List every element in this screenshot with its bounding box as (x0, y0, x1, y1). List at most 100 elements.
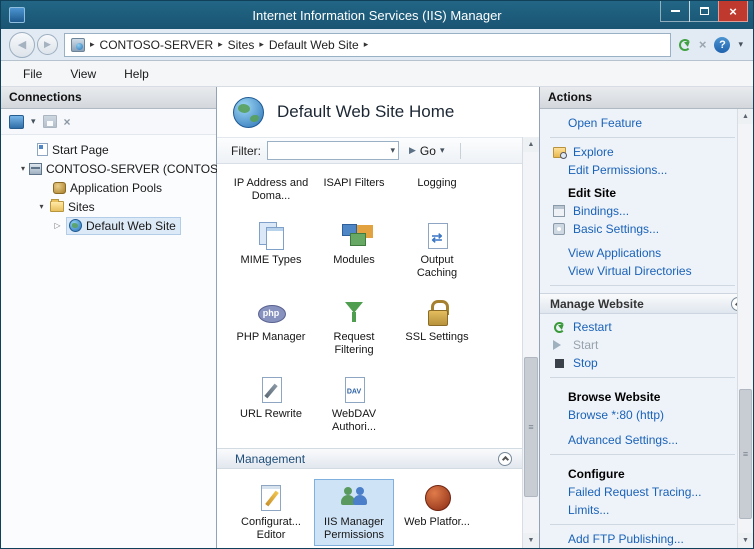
go-caret-icon[interactable]: ▾ (440, 145, 445, 156)
scroll-down-icon[interactable]: ▼ (738, 533, 753, 548)
start-icon (553, 340, 566, 350)
create-connection-icon[interactable] (9, 115, 24, 129)
breadcrumb-separator-icon[interactable]: ▸ (259, 39, 264, 50)
filter-caret-icon[interactable]: ▾ (390, 145, 395, 156)
action-limits[interactable]: Limits... (550, 501, 735, 519)
menu-help[interactable]: Help (124, 67, 149, 81)
scroll-up-icon[interactable]: ▲ (523, 137, 539, 152)
breadcrumb[interactable]: ▸ CONTOSO-SERVER ▸ Sites ▸ Default Web S… (64, 33, 671, 57)
scroll-up-icon[interactable]: ▲ (738, 109, 753, 124)
breadcrumb-item-sites[interactable]: Sites (228, 38, 255, 52)
delete-connection-icon[interactable]: × (64, 115, 71, 129)
actions-scrollbar[interactable]: ▲ ≡ ▼ (737, 109, 753, 548)
feature-web-platform[interactable]: Web Platfor... (397, 479, 477, 546)
close-icon: × (729, 5, 737, 18)
action-edit-permissions[interactable]: Edit Permissions... (550, 161, 735, 179)
tree-item-sites[interactable]: ▾ Sites (1, 197, 216, 216)
tree-item-application-pools[interactable]: Application Pools (1, 178, 216, 197)
action-failed-request-tracing[interactable]: Failed Request Tracing... (550, 483, 735, 501)
minimize-button[interactable] (660, 1, 690, 22)
explore-icon (553, 147, 566, 158)
collapse-section-icon[interactable] (498, 452, 512, 466)
page-header: Default Web Site Home (217, 87, 539, 137)
refresh-icon[interactable] (679, 39, 691, 51)
request-filtering-icon (338, 298, 370, 328)
action-advanced-settings[interactable]: Advanced Settings... (550, 431, 735, 449)
action-basic-settings[interactable]: Basic Settings... (550, 220, 735, 238)
go-button[interactable]: ▶ Go ▾ (405, 143, 448, 159)
breadcrumb-item-server[interactable]: CONTOSO-SERVER (100, 38, 214, 52)
main-scrollbar[interactable]: ▲ ≡ ▼ (522, 137, 539, 548)
feature-modules[interactable]: Modules (314, 217, 394, 284)
feature-configuration-editor[interactable]: Configurat... Editor (231, 479, 311, 546)
tree-expanded-icon[interactable]: ▾ (21, 164, 25, 173)
features-row-2: php PHP Manager Request Filtering SSL Se… (231, 294, 522, 361)
feature-ssl-settings[interactable]: SSL Settings (397, 294, 477, 361)
tree-item-default-web-site[interactable]: ▷ Default Web Site (1, 216, 216, 235)
tree-label: Sites (68, 200, 95, 214)
url-rewrite-icon (255, 375, 287, 405)
menu-file[interactable]: File (23, 67, 42, 81)
help-icon[interactable]: ? (714, 37, 730, 53)
bindings-icon (553, 205, 565, 217)
action-add-ftp-publishing[interactable]: Add FTP Publishing... (550, 530, 735, 548)
tree-selection[interactable]: Default Web Site (66, 217, 181, 235)
feature-output-caching[interactable]: ⇄ Output Caching (397, 217, 477, 284)
action-view-virtual-directories[interactable]: View Virtual Directories (550, 262, 735, 280)
actions-scrollbar-thumb[interactable]: ≡ (739, 389, 752, 519)
basic-settings-icon (553, 223, 565, 235)
action-open-feature[interactable]: Open Feature (550, 114, 735, 132)
breadcrumb-item-default-web-site[interactable]: Default Web Site (269, 38, 359, 52)
maximize-button[interactable] (689, 1, 719, 22)
main-scrollbar-thumb[interactable]: ≡ (524, 357, 538, 497)
action-view-applications[interactable]: View Applications (550, 244, 735, 262)
mime-types-icon (255, 221, 287, 251)
tree-item-start-page[interactable]: Start Page (1, 140, 216, 159)
breadcrumb-separator-icon[interactable]: ▸ (218, 39, 223, 50)
feature-webdav-authoring[interactable]: DAV WebDAV Authori... (314, 371, 394, 438)
page-title: Default Web Site Home (277, 102, 454, 122)
action-explore[interactable]: Explore (550, 143, 735, 161)
action-restart[interactable]: Restart (550, 318, 735, 336)
connections-toolbar: ▾ × (1, 109, 216, 135)
feature-iis-manager-permissions[interactable]: IIS Manager Permissions (314, 479, 394, 546)
tree-collapsed-icon[interactable]: ▷ (53, 221, 62, 230)
feature-php-manager[interactable]: php PHP Manager (231, 294, 311, 361)
features-row-partial: IP Address and Doma... ISAPI Filters Log… (231, 173, 522, 207)
connections-header: Connections (1, 87, 216, 109)
feature-mime-types[interactable]: MIME Types (231, 217, 311, 284)
filter-input[interactable]: ▾ (267, 141, 399, 160)
back-button[interactable]: ◀ (9, 32, 35, 58)
feature-ip-address[interactable]: IP Address and Doma... (231, 173, 311, 207)
forward-button[interactable]: ▶ (37, 34, 58, 55)
action-bindings[interactable]: Bindings... (550, 202, 735, 220)
iis-manager-window: Internet Information Services (IIS) Mana… (0, 0, 754, 549)
stop-icon[interactable]: × (699, 38, 707, 51)
close-button[interactable]: × (718, 1, 748, 22)
save-connections-icon[interactable] (43, 115, 57, 128)
minimize-icon (671, 10, 680, 12)
help-caret-icon[interactable]: ▾ (738, 39, 743, 50)
web-platform-icon (421, 483, 453, 513)
feature-logging[interactable]: Logging (397, 173, 477, 207)
forward-icon: ▶ (44, 39, 51, 50)
tree-item-server[interactable]: ▾ CONTOSO-SERVER (CONTOS (1, 159, 216, 178)
feature-url-rewrite[interactable]: URL Rewrite (231, 371, 311, 438)
tree-expanded-icon[interactable]: ▾ (37, 202, 46, 211)
action-stop[interactable]: Stop (550, 354, 735, 372)
connection-caret-icon[interactable]: ▾ (31, 116, 36, 127)
configure-heading: Configure (550, 460, 735, 483)
menu-view[interactable]: View (70, 67, 96, 81)
feature-request-filtering[interactable]: Request Filtering (314, 294, 394, 361)
ssl-padlock-icon (421, 298, 453, 328)
title-bar[interactable]: Internet Information Services (IIS) Mana… (1, 1, 753, 29)
divider (550, 377, 735, 378)
feature-isapi-filters[interactable]: ISAPI Filters (314, 173, 394, 207)
scroll-down-icon[interactable]: ▼ (523, 533, 539, 548)
action-browse-http[interactable]: Browse *:80 (http) (550, 406, 735, 424)
manage-website-heading[interactable]: Manage Website (540, 293, 753, 314)
sites-folder-icon (50, 201, 64, 212)
stop-square-icon (555, 359, 564, 368)
output-caching-icon: ⇄ (421, 221, 453, 251)
breadcrumb-separator-icon[interactable]: ▸ (364, 39, 369, 50)
